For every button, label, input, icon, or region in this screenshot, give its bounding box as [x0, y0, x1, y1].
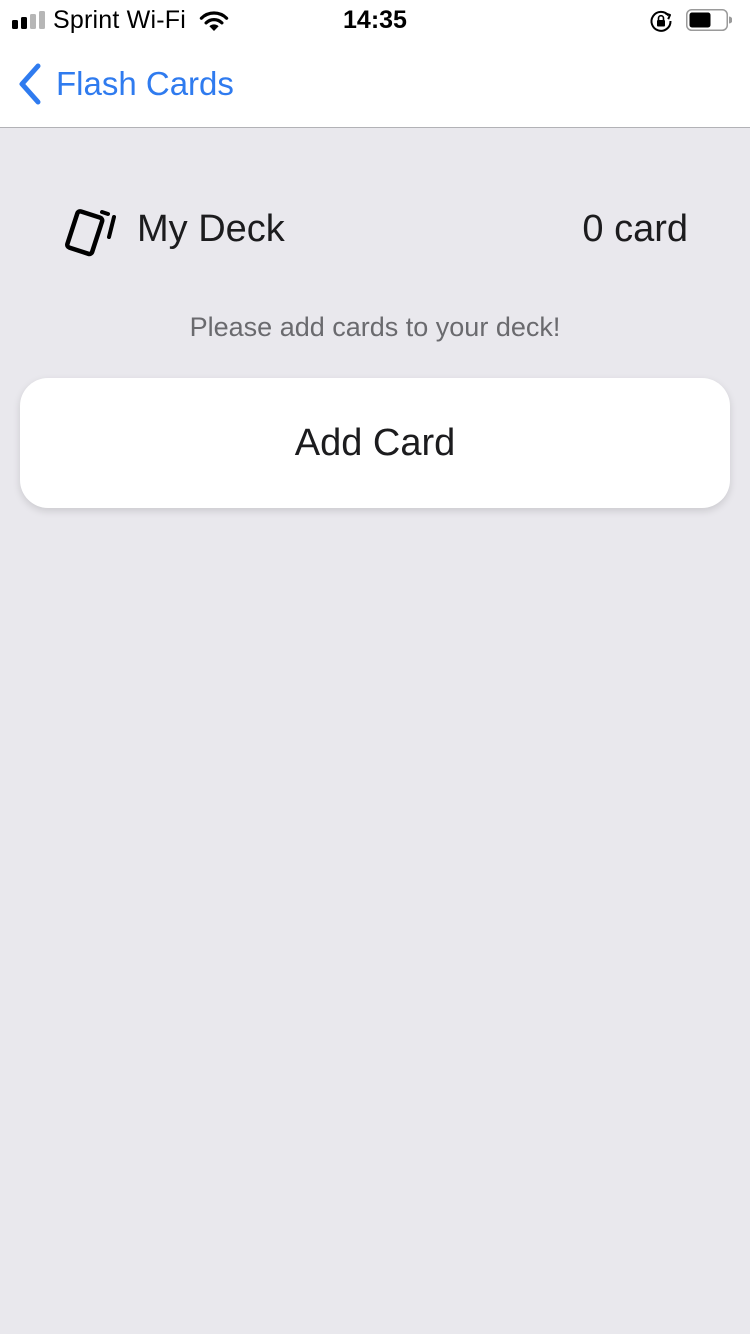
deck-header: My Deck 0 card — [62, 203, 688, 259]
deck-card-count: 0 card — [582, 208, 688, 250]
battery-icon — [686, 9, 732, 31]
back-button-label: Flash Cards — [56, 65, 234, 102]
add-card-label: Add Card — [294, 422, 456, 464]
navigation-bar: Flash Cards — [0, 40, 750, 128]
rotation-lock-icon — [650, 10, 672, 32]
status-bar: Sprint Wi-Fi 14:35 — [0, 0, 750, 40]
status-time: 14:35 — [343, 6, 407, 34]
empty-deck-message: Please add cards to your deck! — [189, 312, 561, 342]
chevron-left-icon — [19, 63, 41, 105]
cards-icon — [65, 209, 116, 257]
add-card-button[interactable]: Add Card — [20, 378, 730, 508]
back-button[interactable]: Flash Cards — [16, 60, 234, 108]
deck-title: My Deck — [137, 208, 285, 250]
